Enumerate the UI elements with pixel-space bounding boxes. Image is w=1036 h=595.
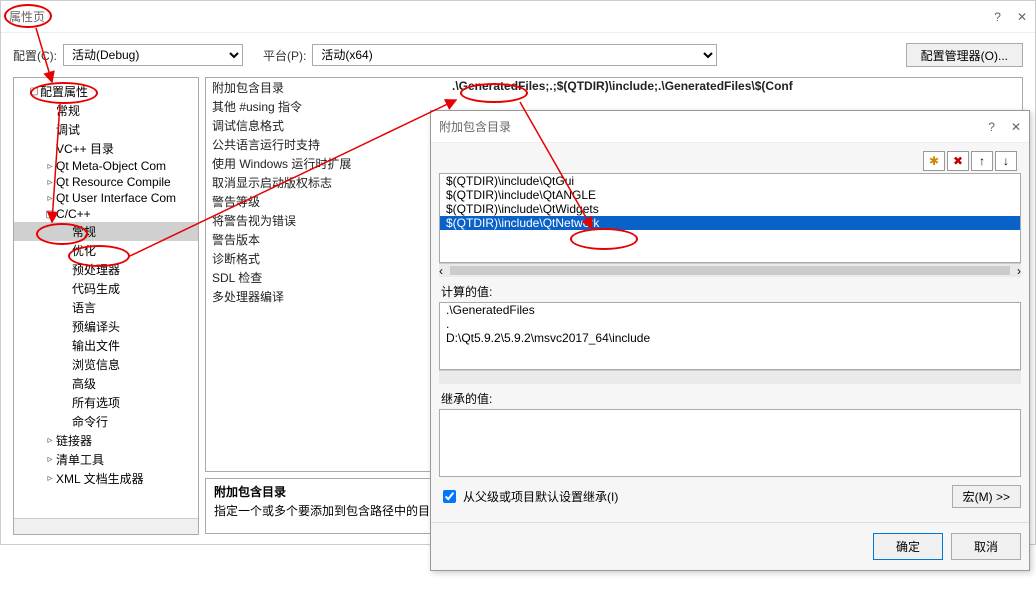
ok-button[interactable]: 确定 <box>873 533 943 560</box>
config-label: 配置(C): <box>13 47 57 64</box>
inherit-check-input[interactable] <box>443 490 456 503</box>
platform-label: 平台(P): <box>263 47 306 64</box>
tree-item[interactable]: 高级 <box>14 374 198 393</box>
tree-item[interactable]: 预处理器 <box>14 260 198 279</box>
help-icon[interactable]: ? <box>988 120 995 134</box>
list-item[interactable]: $(QTDIR)\include\QtWidgets <box>440 202 1020 216</box>
help-icon[interactable]: ? <box>994 10 1001 24</box>
tree-item[interactable]: 预编译头 <box>14 317 198 336</box>
move-up-button[interactable]: ↑ <box>971 151 993 171</box>
close-icon[interactable]: ✕ <box>1017 10 1027 24</box>
list-item[interactable]: $(QTDIR)\include\QtGui <box>440 174 1020 188</box>
tree-item[interactable]: ▹清单工具 <box>14 450 198 469</box>
tree-item[interactable]: ▹XML 文档生成器 <box>14 469 198 488</box>
inherited-listbox <box>439 409 1021 477</box>
macros-button[interactable]: 宏(M) >> <box>952 485 1021 508</box>
tree-item[interactable]: ▹Qt Resource Compile <box>14 174 198 190</box>
list-item: .\GeneratedFiles <box>440 303 1020 317</box>
dirs-listbox[interactable]: $(QTDIR)\include\QtGui$(QTDIR)\include\Q… <box>439 173 1021 263</box>
list-item: D:\Qt5.9.2\5.9.2\msvc2017_64\include <box>440 331 1020 345</box>
config-row: 配置(C): 活动(Debug) 平台(P): 活动(x64) 配置管理器(O)… <box>1 33 1035 77</box>
tree-item[interactable]: 所有选项 <box>14 393 198 412</box>
main-title: 属性页 <box>9 8 994 25</box>
tree-item[interactable]: 调试 <box>14 120 198 139</box>
config-manager-button[interactable]: 配置管理器(O)... <box>906 43 1023 67</box>
computed-label: 计算的值: <box>441 283 1019 300</box>
main-titlebar: 属性页 ? ✕ <box>1 1 1035 33</box>
close-icon[interactable]: ✕ <box>1011 120 1021 134</box>
inherit-checkbox[interactable]: 从父级或项目默认设置继承(I) <box>439 487 618 506</box>
tree-item[interactable]: ▹Qt Meta-Object Com <box>14 158 198 174</box>
grid-row[interactable]: 附加包含目录.\GeneratedFiles;.;$(QTDIR)\includ… <box>206 78 1022 97</box>
tree-item[interactable]: 代码生成 <box>14 279 198 298</box>
tree-view[interactable]: ▢配置属性常规调试VC++ 目录▹Qt Meta-Object Com▹Qt R… <box>14 78 198 534</box>
list-item: . <box>440 317 1020 331</box>
tree-h-scroll[interactable] <box>14 518 198 534</box>
tree-item[interactable]: 输出文件 <box>14 336 198 355</box>
tree-item[interactable]: 常规 <box>14 101 198 120</box>
tree-item[interactable]: 语言 <box>14 298 198 317</box>
include-dirs-dialog: 附加包含目录 ? ✕ ✱ ✖ ↑ ↓ $(QTDIR)\include\QtGu… <box>430 110 1030 571</box>
tree-item[interactable]: ▹Qt User Interface Com <box>14 190 198 206</box>
platform-select[interactable]: 活动(x64) <box>312 44 717 66</box>
tree-item[interactable]: VC++ 目录 <box>14 139 198 158</box>
tree-item[interactable]: 浏览信息 <box>14 355 198 374</box>
config-select[interactable]: 活动(Debug) <box>63 44 243 66</box>
tree-panel: ▢配置属性常规调试VC++ 目录▹Qt Meta-Object Com▹Qt R… <box>13 77 199 535</box>
tree-item[interactable]: ▹链接器 <box>14 431 198 450</box>
list-item[interactable]: $(QTDIR)\include\QtANGLE <box>440 188 1020 202</box>
tree-item[interactable]: 命令行 <box>14 412 198 431</box>
inherited-label: 继承的值: <box>441 390 1019 407</box>
cancel-button[interactable]: 取消 <box>951 533 1021 560</box>
tree-item[interactable]: 常规 <box>14 222 198 241</box>
delete-button[interactable]: ✖ <box>947 151 969 171</box>
dialog-title: 附加包含目录 <box>439 118 988 135</box>
tree-item[interactable]: ▢配置属性 <box>14 82 198 101</box>
list-item[interactable]: $(QTDIR)\include\QtNetwork <box>440 216 1020 230</box>
dialog-toolbar: ✱ ✖ ↑ ↓ <box>439 149 1021 173</box>
computed-listbox: .\GeneratedFiles.D:\Qt5.9.2\5.9.2\msvc20… <box>439 302 1021 370</box>
new-line-button[interactable]: ✱ <box>923 151 945 171</box>
tree-item[interactable]: 优化 <box>14 241 198 260</box>
move-down-button[interactable]: ↓ <box>995 151 1017 171</box>
tree-item[interactable]: ▢C/C++ <box>14 206 198 222</box>
